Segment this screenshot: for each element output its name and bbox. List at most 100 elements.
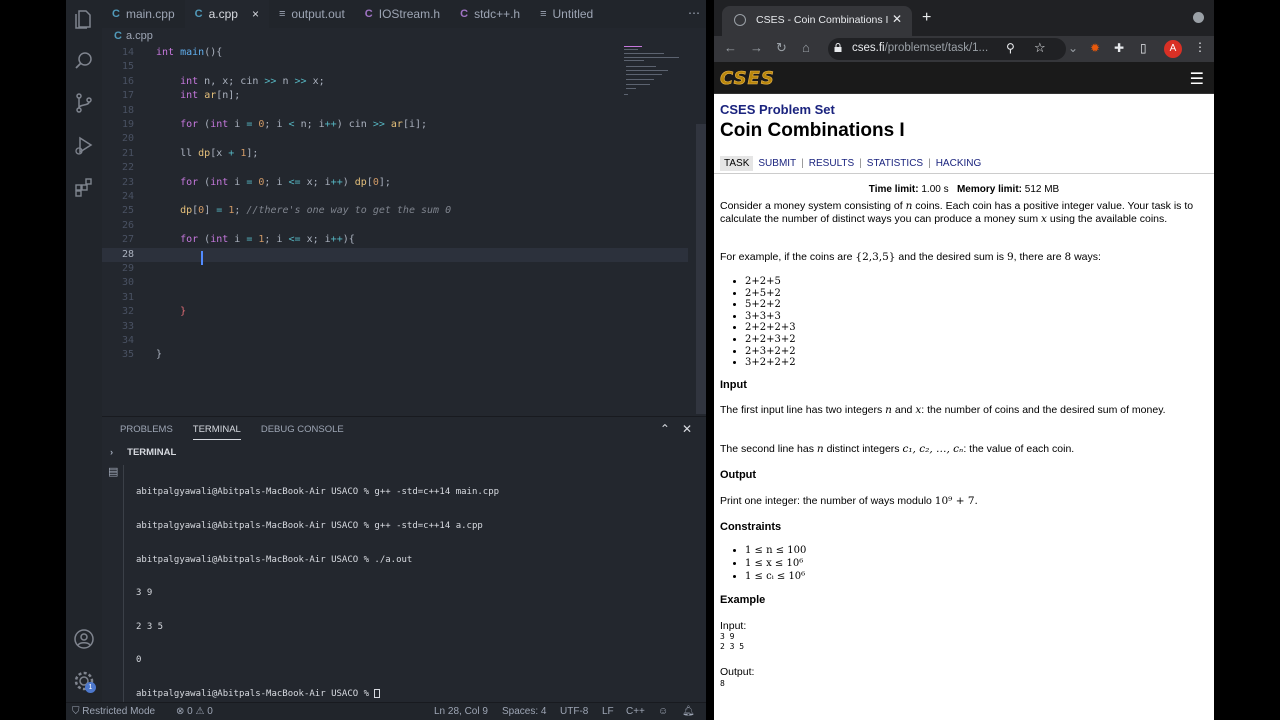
- forward-arrow-icon[interactable]: →: [750, 40, 763, 55]
- panel-actions: ⌃ ✕: [660, 422, 692, 436]
- cursor-position-status[interactable]: Ln 28, Col 9: [434, 706, 488, 717]
- line-number: 14: [121, 47, 134, 58]
- editor-scrollbar[interactable]: [696, 124, 706, 414]
- input-heading: Input: [720, 379, 747, 391]
- chevron-down-icon[interactable]: ⌄: [1068, 41, 1078, 55]
- limits: Time limit: 1.00 s Memory limit: 512 MB: [868, 184, 1060, 195]
- encoding-status[interactable]: UTF-8: [560, 706, 588, 717]
- bell-icon[interactable]: 🔔︎: [682, 706, 695, 717]
- code-line: 27 for (int i = 1; i <= x; i++){: [102, 233, 688, 247]
- output-heading: Output: [720, 469, 757, 481]
- reload-icon[interactable]: ↻: [776, 40, 787, 56]
- hamburger-menu-icon[interactable]: ☰: [1190, 69, 1204, 89]
- browser-menu-icon[interactable]: ⋮: [1194, 40, 1206, 54]
- tab-label: Untitled: [552, 7, 594, 21]
- restricted-mode-status[interactable]: ⛉ Restricted Mode: [72, 706, 155, 717]
- maximize-panel-icon[interactable]: ⌃: [660, 422, 670, 436]
- code-line: 20: [102, 132, 688, 146]
- list-item: 1 ≤ cᵢ ≤ 10⁶: [745, 570, 806, 583]
- nav-submit[interactable]: SUBMIT: [753, 158, 801, 169]
- list-item: 2+3+2+2: [745, 346, 796, 358]
- shield-icon: ⛉: [72, 706, 83, 717]
- tab-untitled[interactable]: ≡ Untitled: [530, 0, 596, 28]
- search-icon[interactable]: [73, 50, 95, 72]
- eol-status[interactable]: LF: [602, 706, 614, 717]
- extensions-icon[interactable]: [73, 176, 95, 198]
- nav-statistics[interactable]: STATISTICS: [862, 158, 928, 169]
- minimap[interactable]: [622, 44, 692, 104]
- constraints-list: 1 ≤ n ≤ 100 1 ≤ x ≤ 10⁶ 1 ≤ cᵢ ≤ 10⁶: [745, 544, 806, 583]
- browser-tab-title: CSES - Coin Combinations I: [756, 14, 889, 26]
- extensions-puzzle-icon[interactable]: ✚: [1114, 41, 1124, 55]
- tab-a-cpp[interactable]: C a.cpp ×: [184, 0, 269, 28]
- explorer-icon[interactable]: [73, 8, 95, 30]
- search-icon[interactable]: ⚲: [1006, 41, 1015, 55]
- tab-problems[interactable]: PROBLEMS: [120, 424, 173, 440]
- back-arrow-icon[interactable]: ←: [724, 40, 737, 55]
- new-tab-icon[interactable]: +: [922, 9, 931, 27]
- tab-terminal[interactable]: TERMINAL: [192, 424, 241, 440]
- terminal-list: ▤: [102, 465, 124, 703]
- more-actions-icon[interactable]: ⋯: [688, 6, 700, 20]
- list-item: 1 ≤ n ≤ 100: [745, 544, 806, 557]
- page-title: Coin Combinations I: [720, 120, 905, 141]
- cses-logo[interactable]: CSES: [720, 68, 775, 90]
- code-line: 22: [102, 161, 688, 175]
- line-number: 15: [121, 61, 134, 73]
- tab-debug-console[interactable]: DEBUG CONSOLE: [261, 424, 344, 440]
- lock-icon: [834, 43, 842, 52]
- header-file-icon: C: [460, 8, 469, 20]
- list-item: 2+5+2: [745, 288, 796, 300]
- feedback-icon[interactable]: ☺: [658, 706, 668, 717]
- vscode-window: 1 C main.cpp C a.cpp × ≡ output.out C IO…: [66, 0, 706, 720]
- tab-stdcpp-h[interactable]: C stdc++.h: [450, 0, 530, 28]
- tab-output-out[interactable]: ≡ output.out: [269, 0, 355, 28]
- breadcrumb[interactable]: Ca.cpp: [114, 30, 153, 42]
- home-icon[interactable]: ⌂: [802, 40, 810, 55]
- notification-badge: 1: [85, 682, 96, 693]
- breadcrumb-file: a.cpp: [125, 30, 153, 42]
- run-debug-icon[interactable]: [73, 134, 95, 156]
- profile-avatar[interactable]: A: [1164, 40, 1182, 58]
- text-cursor: [201, 251, 203, 265]
- line-number: 19: [121, 119, 134, 130]
- line-number: 27: [121, 234, 134, 246]
- code-editor[interactable]: 14 int main(){ 15 16 int n, x; cin >> n >…: [102, 46, 688, 366]
- code-line: 31: [102, 291, 688, 305]
- close-tab-icon[interactable]: ✕: [892, 12, 902, 26]
- browser-tab[interactable]: CSES - Coin Combinations I ✕: [722, 6, 912, 36]
- line-number: 22: [121, 162, 134, 174]
- indentation-status[interactable]: Spaces: 4: [502, 706, 546, 717]
- terminal-icon[interactable]: ▤: [108, 465, 118, 478]
- example-heading: Example: [720, 594, 766, 606]
- example-input: 3 9 2 3 5: [720, 632, 745, 651]
- terminal-output[interactable]: abitpalgyawali@Abitpals-MacBook-Air USAC…: [136, 465, 499, 720]
- close-icon[interactable]: ×: [252, 7, 259, 21]
- example-output-label: Output:: [720, 666, 755, 678]
- nav-hacking[interactable]: HACKING: [931, 158, 987, 169]
- list-item: 3+3+3: [745, 311, 796, 323]
- language-status[interactable]: C++: [626, 706, 645, 717]
- account-icon[interactable]: [73, 628, 95, 650]
- terminal-line: abitpalgyawali@Abitpals-MacBook-Air USAC…: [136, 554, 413, 565]
- source-control-icon[interactable]: [73, 92, 95, 114]
- tab-main-cpp[interactable]: C main.cpp: [102, 0, 185, 28]
- error-icon: ⊗: [176, 706, 188, 717]
- bottom-panel: PROBLEMS TERMINAL DEBUG CONSOLE ⌃ ✕ › TER…: [102, 416, 706, 703]
- close-panel-icon[interactable]: ✕: [682, 422, 692, 436]
- problem-set-link[interactable]: CSES Problem Set: [720, 102, 835, 117]
- nav-task[interactable]: TASK: [720, 156, 754, 171]
- text-file-icon: ≡: [278, 8, 286, 20]
- tab-label: main.cpp: [125, 7, 175, 21]
- address-bar[interactable]: cses.fi/problemset/task/1... ⚲ ☆: [828, 38, 1066, 60]
- tab-search-icon[interactable]: [1193, 12, 1204, 23]
- problems-status[interactable]: ⊗ 0 ⚠ 0: [176, 706, 213, 717]
- terminal-section-header[interactable]: › TERMINAL: [110, 447, 176, 458]
- sidebar-icon[interactable]: ▯: [1140, 41, 1147, 55]
- extension-brave-icon[interactable]: ✹: [1090, 41, 1100, 55]
- bookmark-star-icon[interactable]: ☆: [1034, 40, 1046, 56]
- line-number: 16: [121, 75, 134, 87]
- nav-results[interactable]: RESULTS: [804, 158, 859, 169]
- code-line: 24: [102, 190, 688, 204]
- tab-iostream-h[interactable]: C IOStream.h: [355, 0, 450, 28]
